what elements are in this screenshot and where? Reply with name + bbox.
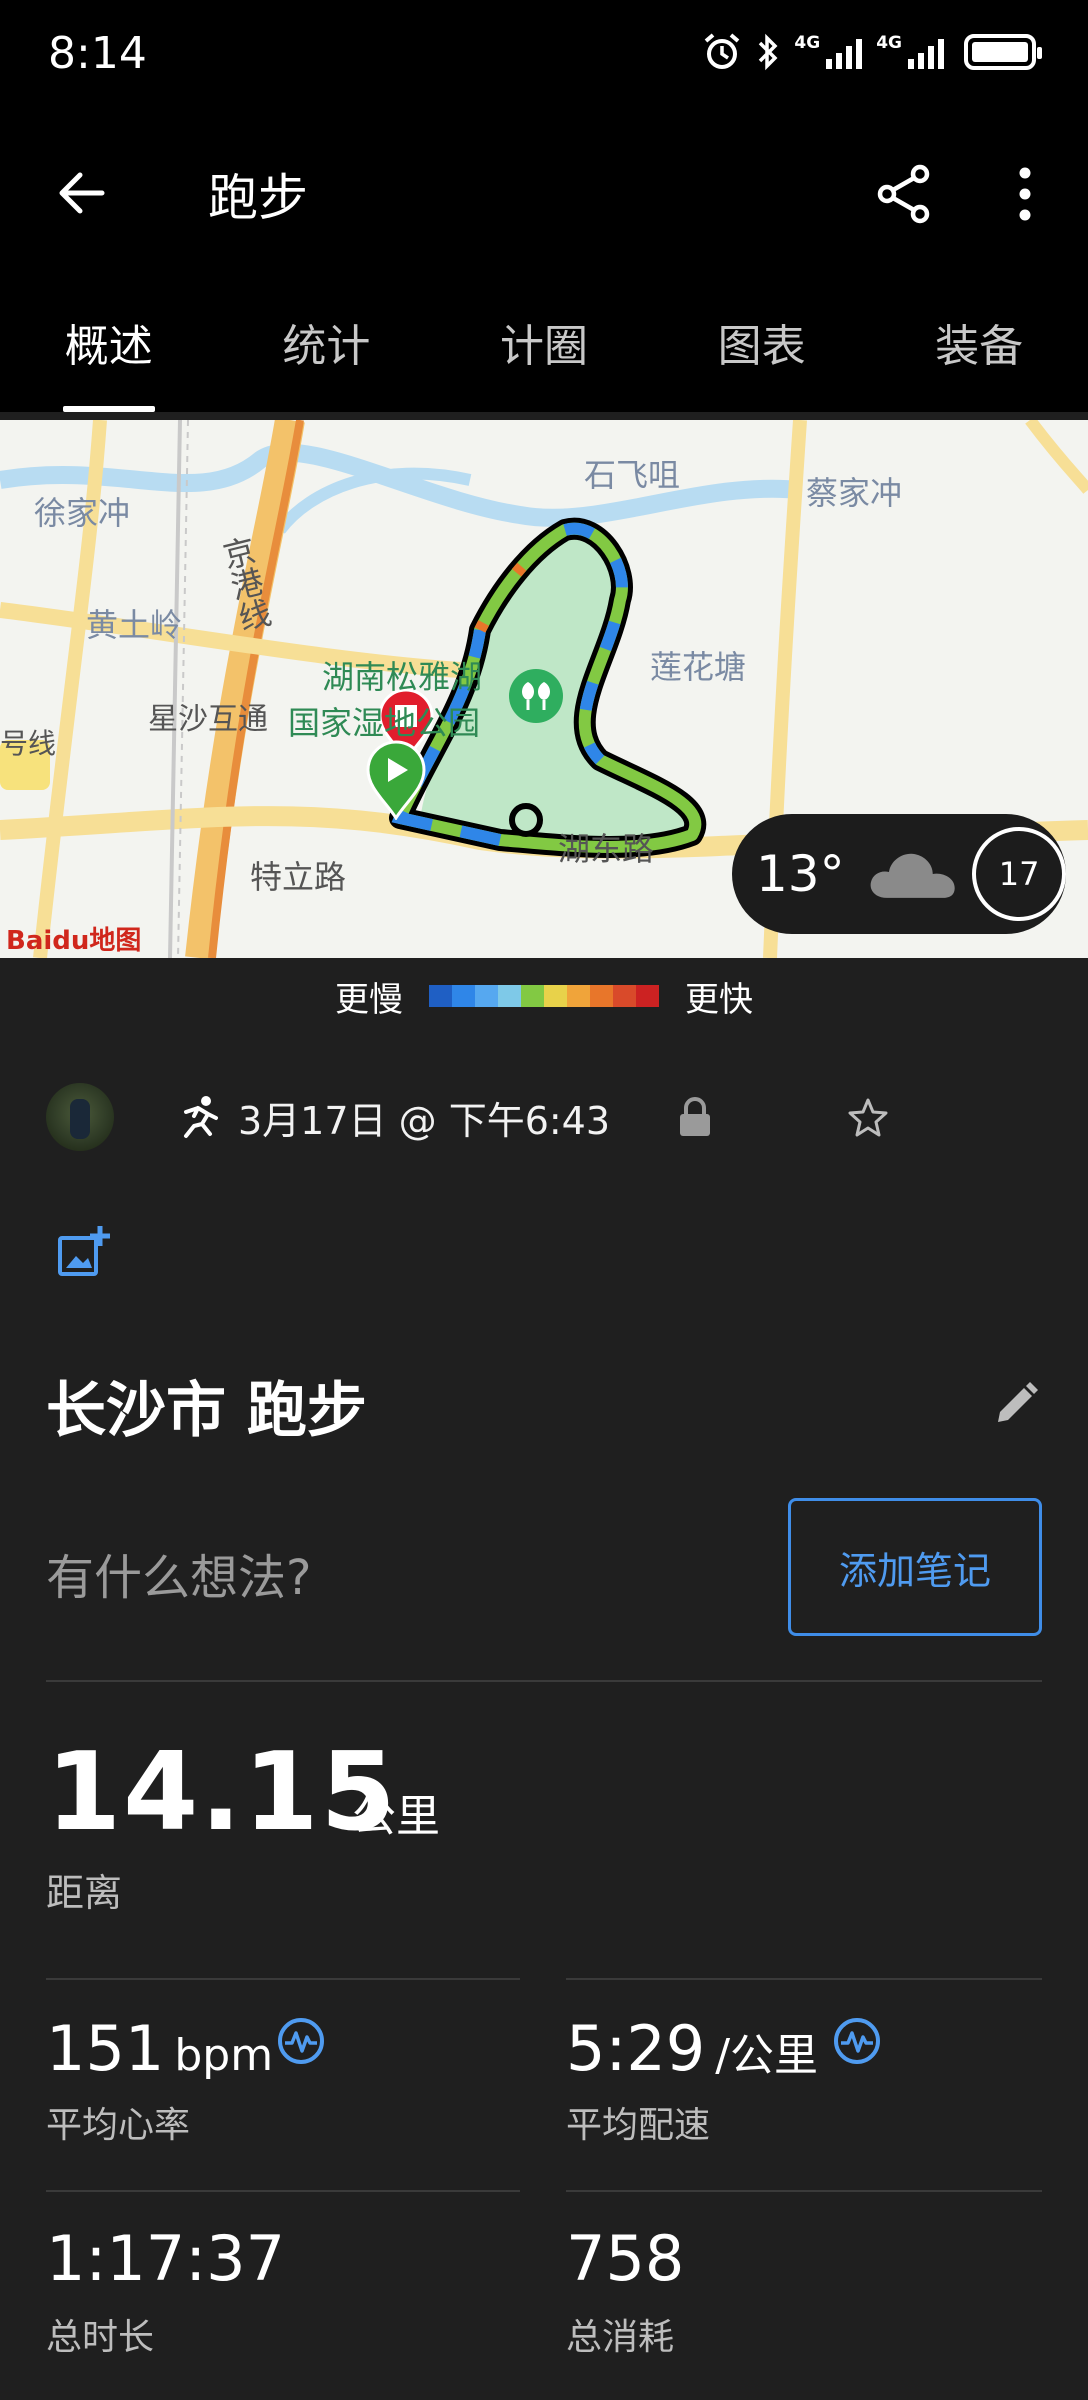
running-icon [184, 1096, 218, 1138]
avatar[interactable] [46, 1083, 114, 1151]
baidu-logo: Baidu地图 [6, 926, 142, 956]
park-icon [509, 669, 563, 723]
map-label: 国家湿地公园 [288, 704, 481, 742]
tab-laps[interactable]: 计圈 [435, 266, 653, 412]
signal-1-icon: 4G [794, 35, 863, 69]
uv-index: 17 [972, 827, 1066, 921]
duration-value: 1:17:37 [46, 2222, 286, 2295]
star-icon[interactable] [848, 1097, 888, 1137]
notes-prompt[interactable]: 有什么想法? [46, 1538, 311, 1608]
map-label: 石飞咀 [584, 456, 681, 494]
cloud-icon [870, 853, 955, 898]
pace-sensor-icon[interactable] [832, 2016, 882, 2066]
pace-value: 5:29/公里 [566, 2012, 819, 2085]
back-button[interactable] [46, 158, 116, 228]
tab-stats[interactable]: 统计 [218, 266, 436, 412]
divider [46, 1978, 520, 1980]
status-icons: 4G 4G [702, 32, 1042, 72]
map-label: 徐家冲 [34, 494, 131, 532]
heart-rate-sensor-icon[interactable] [276, 2016, 326, 2066]
weather-badge[interactable]: 13° 17 [732, 814, 1066, 934]
more-options-button[interactable] [990, 156, 1060, 232]
heart-rate-unit: bpm [174, 2030, 274, 2081]
tab-bar: 概述 统计 计圈 图表 装备 [0, 266, 1088, 412]
distance-value: 14.15 [46, 1730, 398, 1855]
weather-temperature: 13° [756, 845, 845, 903]
calories-label: 总消耗 [566, 2317, 675, 2358]
pace-color-segment [544, 985, 567, 1007]
map-label: 特立路 [250, 858, 347, 896]
pace-color-segment [521, 985, 544, 1007]
activity-date: 3月17日 @ 下午6:43 [238, 1098, 611, 1143]
divider [566, 2190, 1042, 2192]
share-icon [877, 164, 930, 224]
start-marker-icon [366, 740, 426, 820]
map-label: 黄土岭 [86, 606, 183, 644]
activity-title: 长沙市 跑步 [46, 1376, 367, 1446]
pace-color-segment [590, 985, 613, 1007]
divider [46, 1680, 1042, 1682]
heart-rate-label: 平均心率 [46, 2105, 191, 2146]
pace-color-segment [498, 985, 521, 1007]
map-label: 号线 [0, 727, 57, 760]
pace-color-scale [429, 985, 659, 1007]
tab-charts[interactable]: 图表 [653, 266, 871, 412]
map-label: 湖东路 [558, 830, 655, 868]
pace-label: 平均配速 [566, 2105, 711, 2146]
duration-label: 总时长 [46, 2317, 155, 2358]
legend-slower-label: 更慢 [335, 979, 403, 1020]
app-bar: 跑步 [0, 116, 1088, 266]
page-title: 跑步 [208, 169, 308, 227]
share-button[interactable] [866, 156, 942, 232]
pace-color-segment [636, 985, 659, 1007]
edit-icon[interactable] [992, 1380, 1040, 1428]
pace-color-segment [429, 985, 452, 1007]
distance-unit: 公里 [352, 1791, 440, 1842]
map-label: 蔡家冲 [806, 474, 903, 512]
pace-color-segment [613, 985, 636, 1007]
add-photo-icon[interactable] [56, 1224, 112, 1280]
signal-2-icon: 4G [876, 35, 944, 69]
add-note-button[interactable]: 添加笔记 [788, 1498, 1042, 1636]
map-label: 莲花塘 [650, 648, 747, 686]
pace-unit: /公里 [715, 2030, 819, 2081]
alarm-icon [705, 33, 740, 69]
pace-color-segment [452, 985, 475, 1007]
battery-icon [964, 34, 1042, 70]
pace-legend: 更慢 更快 [0, 958, 1088, 1034]
status-bar: 8:14 4G 4G [0, 0, 1088, 116]
legend-faster-label: 更快 [685, 979, 753, 1020]
pace-color-segment [475, 985, 498, 1007]
distance-label: 距离 [46, 1871, 123, 1915]
heart-rate-value: 151 bpm [46, 2012, 274, 2085]
activity-meta: 3月17日 @ 下午6:43 [46, 1076, 1046, 1158]
map-label: 湖南松雅湖 [322, 658, 483, 696]
lock-icon[interactable] [678, 1096, 712, 1138]
tab-gear[interactable]: 装备 [870, 266, 1088, 412]
bluetooth-icon [759, 33, 778, 71]
divider [566, 1978, 1042, 1980]
divider [46, 2190, 520, 2192]
arrow-left-icon [59, 172, 105, 214]
map-label: 星沙互通 [148, 702, 268, 737]
pace-color-segment [567, 985, 590, 1007]
calories-value: 758 [566, 2222, 685, 2295]
tab-overview[interactable]: 概述 [0, 266, 218, 412]
more-vert-icon [1019, 167, 1031, 221]
status-time: 8:14 [48, 28, 147, 79]
